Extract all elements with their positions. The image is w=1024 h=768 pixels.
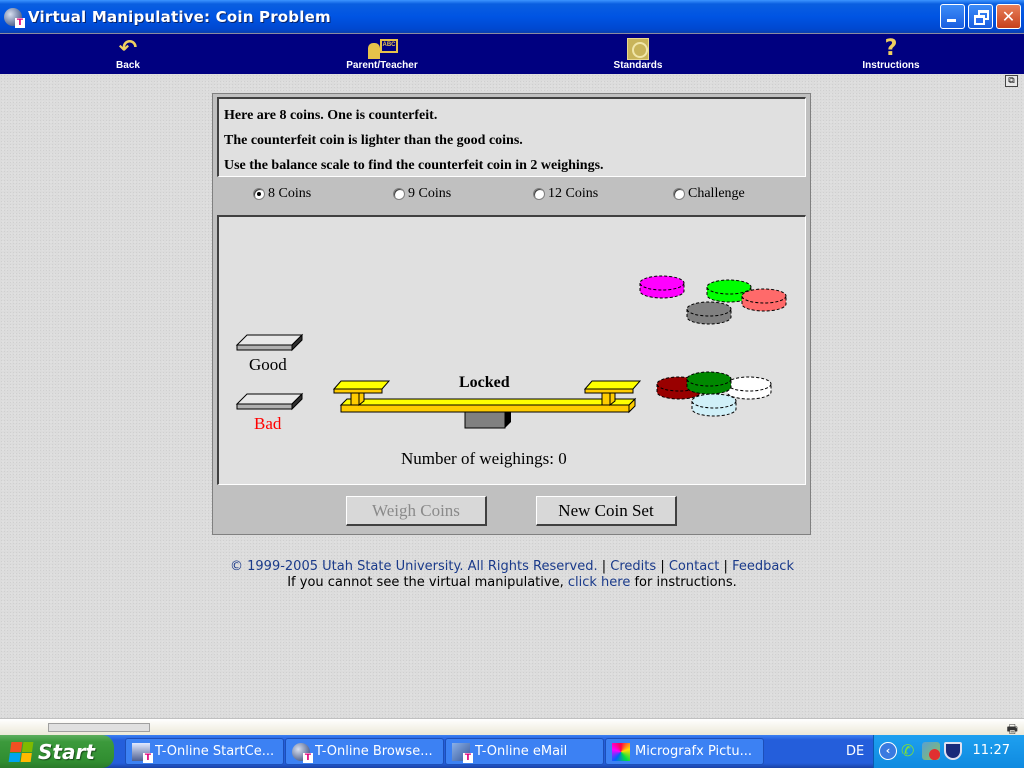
scale-status-label: Locked	[459, 374, 510, 391]
nav-standards-label: Standards	[613, 60, 663, 71]
minimize-icon	[947, 19, 956, 22]
nav-standards[interactable]: Standards	[578, 34, 698, 74]
browser-status-bar: 🖶	[0, 718, 1024, 736]
new-coin-set-button[interactable]: New Coin Set	[536, 496, 677, 526]
coin[interactable]	[639, 275, 685, 299]
bad-coin-tray[interactable]	[235, 392, 304, 411]
coin[interactable]	[741, 288, 787, 312]
coin[interactable]	[686, 301, 732, 325]
dialer-icon[interactable]: ✆	[901, 742, 919, 760]
teacher-icon: ABC	[366, 39, 398, 59]
help-line: If you cannot see the virtual manipulati…	[287, 575, 737, 590]
click-here-link[interactable]: click here	[568, 575, 630, 590]
clock[interactable]: 11:27	[973, 743, 1010, 758]
credits-link[interactable]: Credits	[610, 559, 656, 574]
weigh-coins-button[interactable]: Weigh Coins	[346, 496, 487, 526]
start-button[interactable]: Start	[0, 735, 114, 768]
coin-problem-applet: Here are 8 coins. One is counterfeit. Th…	[212, 93, 811, 535]
coins-layer	[639, 275, 787, 417]
nav-back[interactable]: ↶ Back	[68, 34, 188, 74]
language-indicator[interactable]: DE	[846, 744, 864, 759]
t-online-browser-icon: T	[292, 742, 313, 763]
good-coin-tray[interactable]	[235, 333, 304, 352]
stage-graphics	[235, 275, 787, 429]
radio-button[interactable]	[673, 188, 685, 200]
nav-parent-teacher[interactable]: ABC Parent/Teacher	[322, 34, 442, 74]
standards-icon	[627, 38, 649, 60]
show-hidden-icons-button[interactable]: ‹	[879, 742, 897, 760]
taskbar: Start T T-Online StartCe... T T-Online B…	[0, 735, 1024, 768]
taskbar-item-email[interactable]: T T-Online eMail	[445, 738, 604, 765]
frame-restore-icon[interactable]: ⧉	[1005, 75, 1018, 87]
nav-instructions-label: Instructions	[862, 60, 920, 71]
radio-button-checked[interactable]	[253, 188, 265, 200]
back-arrow-icon: ↶	[118, 36, 138, 61]
feedback-link[interactable]: Feedback	[732, 559, 794, 574]
t-online-startcenter-icon: T	[132, 742, 153, 763]
nav-back-label: Back	[116, 60, 140, 71]
close-button[interactable]: ✕	[996, 4, 1021, 29]
nav-bar: ↶ Back ABC Parent/Teacher Standards ? In…	[0, 33, 1024, 74]
radio-button[interactable]	[393, 188, 405, 200]
taskbar-item-startcenter[interactable]: T T-Online StartCe...	[125, 738, 284, 765]
instruction-line: The counterfeit coin is lighter than the…	[224, 133, 523, 148]
micrografx-icon	[612, 742, 630, 761]
coin[interactable]	[686, 371, 732, 395]
radio-8-coins[interactable]: 8 Coins	[253, 186, 311, 202]
bad-tray-label: Bad	[254, 414, 282, 433]
nav-parent-teacher-label: Parent/Teacher	[346, 60, 418, 71]
instruction-line: Here are 8 coins. One is counterfeit.	[224, 108, 438, 123]
security-shield-icon[interactable]	[944, 742, 962, 760]
good-tray-label: Good	[249, 355, 287, 374]
coin[interactable]	[691, 393, 737, 417]
scale-beam	[339, 398, 637, 406]
instruction-line: Use the balance scale to find the counte…	[224, 158, 604, 173]
taskbar-item-micrografx[interactable]: Micrografx Pictu...	[605, 738, 764, 765]
radio-challenge[interactable]: Challenge	[673, 186, 745, 202]
weighing-stage: Good Bad Locked Number of weighings: 0	[217, 215, 806, 485]
window-title: Virtual Manipulative: Coin Problem	[28, 7, 331, 26]
horizontal-scrollbar-thumb[interactable]	[48, 723, 150, 732]
instructions-panel: Here are 8 coins. One is counterfeit. Th…	[217, 97, 806, 177]
network-status-icon[interactable]	[922, 742, 940, 760]
contact-link[interactable]: Contact	[669, 559, 720, 574]
weighings-counter: Number of weighings: 0	[401, 449, 567, 468]
taskbar-item-browser[interactable]: T T-Online Browse...	[285, 738, 444, 765]
windows-logo-icon	[8, 741, 34, 762]
question-icon: ?	[884, 36, 898, 61]
copyright-text: © 1999-2005 Utah State University. All R…	[230, 559, 598, 574]
scale-fulcrum	[464, 411, 506, 429]
close-icon: ✕	[1001, 7, 1016, 26]
window-title-bar[interactable]: Virtual Manipulative: Coin Problem ✕	[0, 0, 1024, 33]
radio-9-coins[interactable]: 9 Coins	[393, 186, 451, 202]
coin[interactable]	[726, 376, 772, 400]
restore-button[interactable]	[968, 4, 993, 29]
minimize-button[interactable]	[940, 4, 965, 29]
radio-button[interactable]	[533, 188, 545, 200]
page-content: ⧉ Here are 8 coins. One is counterfeit. …	[0, 74, 1024, 718]
copyright-line: © 1999-2005 Utah State University. All R…	[230, 559, 794, 574]
t-online-email-icon: T	[452, 742, 473, 763]
system-tray: ‹ ✆ 11:27	[873, 735, 1024, 768]
nav-instructions[interactable]: ? Instructions	[831, 34, 951, 74]
t-online-browser-icon	[4, 7, 25, 28]
radio-12-coins[interactable]: 12 Coins	[533, 186, 598, 202]
mode-radio-group: 8 Coins 9 Coins 12 Coins Challenge	[213, 186, 810, 210]
